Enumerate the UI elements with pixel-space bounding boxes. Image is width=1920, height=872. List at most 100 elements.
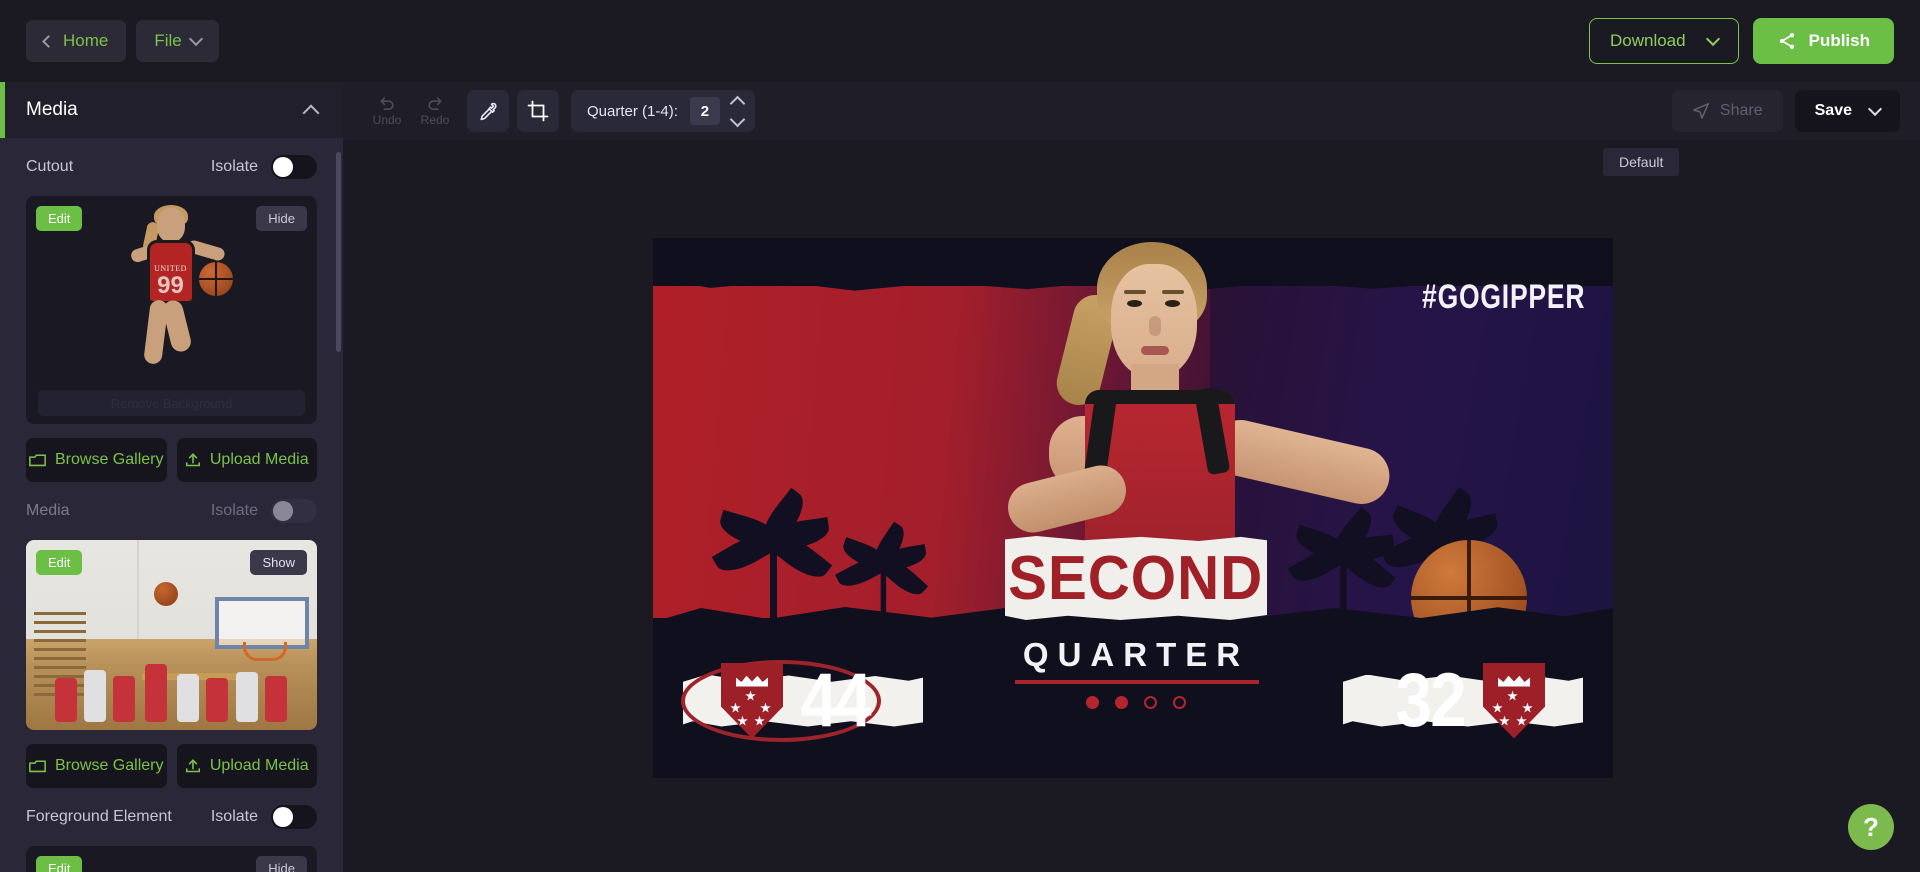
quarter-dot-4 bbox=[1173, 696, 1186, 709]
crop-tool-button[interactable] bbox=[517, 90, 559, 132]
isolate-toggle-cutout[interactable] bbox=[271, 155, 317, 179]
quarter-stepper[interactable] bbox=[729, 95, 746, 127]
browse-gallery-button-cutout[interactable]: Browse Gallery bbox=[26, 438, 167, 482]
redo-icon bbox=[426, 95, 444, 111]
app-root: Home File Download Publish Media Cutout … bbox=[0, 0, 1920, 872]
stepper-down-icon[interactable] bbox=[729, 111, 746, 127]
download-button-label: Download bbox=[1609, 31, 1686, 50]
upload-icon bbox=[185, 452, 201, 468]
isolate-group-foreground: Isolate bbox=[211, 805, 317, 829]
layer-label-cutout: Cutout bbox=[26, 158, 74, 175]
quarter-dot-indicator bbox=[983, 696, 1289, 709]
edit-button-foreground[interactable]: Edit bbox=[36, 856, 83, 872]
media-panel-header[interactable]: Media bbox=[0, 82, 343, 138]
browse-gallery-label: Browse Gallery bbox=[55, 451, 164, 468]
publish-button-label: Publish bbox=[1808, 31, 1870, 50]
isolate-label: Isolate bbox=[210, 808, 258, 825]
team-crest-icon bbox=[1483, 662, 1545, 739]
layer-row-media: Media Isolate bbox=[26, 482, 317, 540]
redo-label: Redo bbox=[420, 113, 450, 127]
edit-button-cutout[interactable]: Edit bbox=[36, 206, 83, 231]
page-tab-default[interactable]: Default bbox=[1603, 148, 1680, 176]
sidebar: Media Cutout Isolate UNITED 99 Edit Hide… bbox=[0, 82, 343, 872]
send-icon bbox=[1692, 102, 1710, 120]
thumbnail-card-cutout[interactable]: UNITED 99 Edit Hide Remove Background bbox=[26, 196, 317, 424]
score-home-value: 44 bbox=[800, 658, 872, 743]
layer-row-cutout: Cutout Isolate bbox=[26, 138, 317, 196]
hashtag-text: #GOGIPPER bbox=[1421, 278, 1585, 316]
share-button[interactable]: Share bbox=[1671, 90, 1783, 132]
top-bar-right-group: Download Publish bbox=[1588, 18, 1894, 64]
visibility-button-foreground[interactable]: Hide bbox=[256, 856, 307, 872]
undo-button[interactable]: Undo bbox=[363, 89, 411, 133]
chevron-left-icon bbox=[42, 34, 55, 48]
layer-label-foreground: Foreground Element bbox=[26, 808, 172, 825]
visibility-button-cutout[interactable]: Hide bbox=[256, 206, 307, 231]
score-block-home: 44 bbox=[665, 657, 923, 744]
isolate-toggle-media[interactable] bbox=[271, 499, 317, 523]
home-button[interactable]: Home bbox=[26, 20, 127, 62]
gallery-icon bbox=[29, 453, 46, 468]
upload-media-button-cutout[interactable]: Upload Media bbox=[176, 438, 317, 482]
quarter-number-field[interactable]: Quarter (1-4): 2 bbox=[571, 90, 755, 132]
headline-text: SECOND bbox=[1008, 543, 1264, 613]
design-canvas[interactable]: #GOGIPPER SECOND QUARTER 44 32 bbox=[653, 238, 1613, 778]
thumbnail-card-media[interactable]: Edit Show bbox=[26, 540, 317, 730]
editor-toolbar: Undo Redo Quarter (1-4): 2 Share Save bbox=[343, 82, 1920, 140]
upload-media-button-media[interactable]: Upload Media bbox=[176, 744, 317, 788]
eyedropper-tool-button[interactable] bbox=[467, 90, 509, 132]
gallery-icon bbox=[29, 759, 46, 774]
thumbnail-card-foreground[interactable]: Edit Hide bbox=[26, 846, 317, 872]
chevron-down-icon bbox=[1705, 31, 1720, 46]
score-block-away: 32 bbox=[1343, 657, 1601, 744]
quarter-dot-3 bbox=[1144, 696, 1157, 709]
undo-icon bbox=[378, 95, 396, 111]
stepper-up-icon[interactable] bbox=[729, 95, 746, 111]
upload-media-label: Upload Media bbox=[209, 757, 309, 774]
browse-gallery-label: Browse Gallery bbox=[55, 757, 164, 774]
sidebar-body: Cutout Isolate UNITED 99 Edit Hide Remov… bbox=[0, 138, 343, 872]
top-bar: Home File Download Publish bbox=[0, 0, 1920, 82]
download-button[interactable]: Download bbox=[1588, 18, 1739, 64]
isolate-group-cutout: Isolate bbox=[211, 155, 317, 179]
publish-button[interactable]: Publish bbox=[1752, 18, 1894, 64]
crop-icon bbox=[527, 100, 549, 122]
home-button-label: Home bbox=[63, 31, 109, 50]
upload-media-label: Upload Media bbox=[209, 451, 309, 468]
edit-button-media[interactable]: Edit bbox=[36, 550, 83, 575]
save-button-label: Save bbox=[1814, 102, 1852, 119]
isolate-group-media: Isolate bbox=[211, 499, 317, 523]
quarter-input[interactable]: 2 bbox=[689, 97, 720, 125]
panel-title: Media bbox=[26, 99, 78, 120]
layer-row-foreground: Foreground Element Isolate bbox=[26, 788, 317, 846]
layer-label-media: Media bbox=[26, 502, 70, 519]
browse-gallery-button-media[interactable]: Browse Gallery bbox=[26, 744, 167, 788]
headline-banner: SECOND bbox=[1005, 536, 1267, 620]
remove-background-button[interactable]: Remove Background bbox=[38, 390, 305, 416]
chevron-down-icon bbox=[1867, 101, 1883, 116]
file-menu-label: File bbox=[154, 31, 182, 50]
chevron-down-icon bbox=[188, 31, 203, 46]
editor-toolbar-right-group: Share Save bbox=[1671, 90, 1900, 132]
share-button-label: Share bbox=[1719, 102, 1763, 119]
isolate-label: Isolate bbox=[210, 502, 258, 519]
chevron-up-icon[interactable] bbox=[302, 104, 320, 121]
eyedropper-icon bbox=[478, 101, 499, 122]
subhead-text: QUARTER bbox=[1022, 636, 1250, 673]
top-bar-left-group: Home File bbox=[26, 20, 219, 62]
quarter-dot-2 bbox=[1115, 696, 1128, 709]
media-actions-media: Browse Gallery Upload Media bbox=[26, 744, 317, 788]
isolate-toggle-foreground[interactable] bbox=[271, 805, 317, 829]
share-nodes-icon bbox=[1777, 31, 1797, 51]
redo-button[interactable]: Redo bbox=[411, 89, 459, 133]
save-button[interactable]: Save bbox=[1794, 90, 1900, 132]
visibility-button-media[interactable]: Show bbox=[250, 550, 307, 575]
undo-label: Undo bbox=[372, 113, 402, 127]
file-menu-button[interactable]: File bbox=[136, 20, 219, 62]
canvas-area: Default #GOGIPPER SECOND QUARTER 44 32 ? bbox=[343, 140, 1920, 872]
subhead-rule bbox=[1015, 680, 1259, 684]
sidebar-scrollbar[interactable] bbox=[336, 152, 341, 352]
isolate-label: Isolate bbox=[210, 158, 258, 175]
help-button[interactable]: ? bbox=[1848, 804, 1894, 850]
quarter-dot-1 bbox=[1086, 696, 1099, 709]
